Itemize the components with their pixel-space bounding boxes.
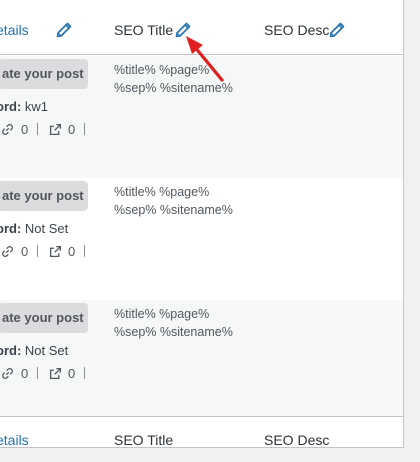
- seo-title-line: %title% %page%: [114, 185, 210, 199]
- keyword-value: kw1: [24, 99, 49, 114]
- table-row: ate your post ord: Not Set 0 0 %title% %…: [0, 300, 403, 422]
- external-link-icon: [49, 367, 62, 380]
- focus-keyword: ord: Not Set: [0, 343, 68, 358]
- link-icon: [1, 367, 14, 380]
- focus-keyword: ord: Not Set: [0, 221, 68, 236]
- pencil-icon[interactable]: [329, 22, 345, 38]
- table-row: ate your post ord: kw1 0 0 %title% %page…: [0, 56, 403, 178]
- focus-keyword: ord: kw1: [0, 99, 48, 114]
- column-footer-seo-desc: SEO Desc: [264, 432, 330, 448]
- keyword-label: ord:: [0, 343, 22, 358]
- internal-links-count: 0: [21, 244, 29, 259]
- keyword-value: Not Set: [24, 343, 69, 358]
- seo-title-line: %title% %page%: [114, 307, 210, 321]
- table-footer: etails SEO Title SEO Desc: [0, 416, 403, 448]
- evaluate-post-button[interactable]: ate your post: [0, 59, 88, 89]
- separator: [84, 245, 85, 257]
- external-links-count: 0: [68, 244, 76, 259]
- external-links-count: 0: [68, 122, 76, 137]
- seo-title-cell: %title% %page% %sep% %sitename%: [114, 305, 254, 341]
- table-header: etails SEO Title SEO Desc: [0, 7, 403, 55]
- pencil-icon[interactable]: [175, 22, 191, 38]
- link-icon: [1, 123, 14, 136]
- internal-links-count: 0: [21, 366, 29, 381]
- column-header-seo-title: SEO Title: [114, 22, 174, 38]
- pencil-icon[interactable]: [56, 22, 72, 38]
- seo-title-cell: %title% %page% %sep% %sitename%: [114, 61, 254, 97]
- separator: [37, 245, 38, 257]
- keyword-value: Not Set: [24, 221, 69, 236]
- column-footer-details[interactable]: etails: [0, 432, 29, 447]
- seo-title-line: %sep% %sitename%: [114, 325, 233, 339]
- column-footer-seo-title: SEO Title: [114, 432, 174, 448]
- seo-title-line: %sep% %sitename%: [114, 81, 233, 95]
- external-links-count: 0: [68, 366, 76, 381]
- internal-links-count: 0: [21, 122, 29, 137]
- evaluate-post-button[interactable]: ate your post: [0, 303, 88, 333]
- column-header-seo-desc: SEO Desc: [264, 22, 330, 38]
- keyword-label: ord:: [0, 221, 22, 236]
- separator: [37, 367, 38, 379]
- column-header-details[interactable]: etails: [0, 22, 29, 38]
- keyword-label: ord:: [0, 99, 22, 114]
- table-row: ate your post ord: Not Set 0 0 %title% %…: [0, 178, 403, 300]
- separator: [84, 367, 85, 379]
- external-link-icon: [49, 245, 62, 258]
- seo-title-line: %title% %page%: [114, 63, 210, 77]
- separator: [37, 123, 38, 135]
- separator: [84, 123, 85, 135]
- external-link-icon: [49, 123, 62, 136]
- evaluate-post-button[interactable]: ate your post: [0, 181, 88, 211]
- seo-posts-table: etails SEO Title SEO Desc ate your post …: [0, 0, 404, 448]
- seo-title-line: %sep% %sitename%: [114, 203, 233, 217]
- seo-title-cell: %title% %page% %sep% %sitename%: [114, 183, 254, 219]
- link-icon: [1, 245, 14, 258]
